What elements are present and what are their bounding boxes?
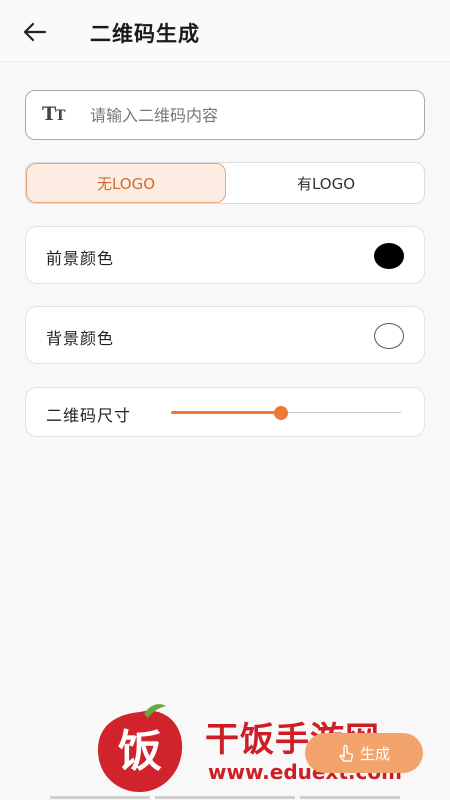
qr-size-slider-thumb[interactable] bbox=[274, 406, 289, 420]
foreground-color-swatch[interactable] bbox=[374, 243, 404, 269]
nav-indicator bbox=[155, 796, 295, 799]
logo-toggle: 无LOGO 有LOGO bbox=[25, 162, 425, 204]
app-header: 二维码生成 bbox=[0, 0, 450, 62]
qr-size-label: 二维码尺寸 bbox=[46, 406, 132, 425]
nav-indicator bbox=[300, 796, 400, 799]
with-logo-option[interactable]: 有LOGO bbox=[226, 163, 424, 203]
foreground-color-label: 前景颜色 bbox=[46, 249, 115, 268]
qr-content-field[interactable]: TT bbox=[25, 90, 425, 140]
arrow-left-icon bbox=[23, 22, 47, 42]
text-format-icon: TT bbox=[42, 103, 66, 125]
page-title: 二维码生成 bbox=[90, 22, 200, 46]
qr-size-slider-fill bbox=[171, 411, 282, 414]
background-color-label: 背景颜色 bbox=[46, 329, 115, 348]
qr-content-input[interactable] bbox=[90, 101, 410, 129]
background-color-row[interactable]: 背景颜色 bbox=[25, 306, 425, 364]
generate-button[interactable]: 生成 bbox=[305, 733, 423, 773]
foreground-color-row[interactable]: 前景颜色 bbox=[25, 226, 425, 284]
no-logo-option[interactable]: 无LOGO bbox=[26, 163, 226, 203]
back-button[interactable] bbox=[20, 18, 50, 46]
qr-size-row: 二维码尺寸 bbox=[25, 387, 425, 437]
generate-label: 生成 bbox=[359, 744, 390, 763]
svg-text:饭: 饭 bbox=[118, 726, 162, 777]
touch-icon bbox=[339, 744, 354, 762]
nav-indicator bbox=[50, 796, 150, 799]
background-color-swatch[interactable] bbox=[374, 323, 404, 349]
qr-size-slider[interactable] bbox=[171, 406, 401, 420]
watermark-logo: 饭 bbox=[98, 704, 183, 792]
